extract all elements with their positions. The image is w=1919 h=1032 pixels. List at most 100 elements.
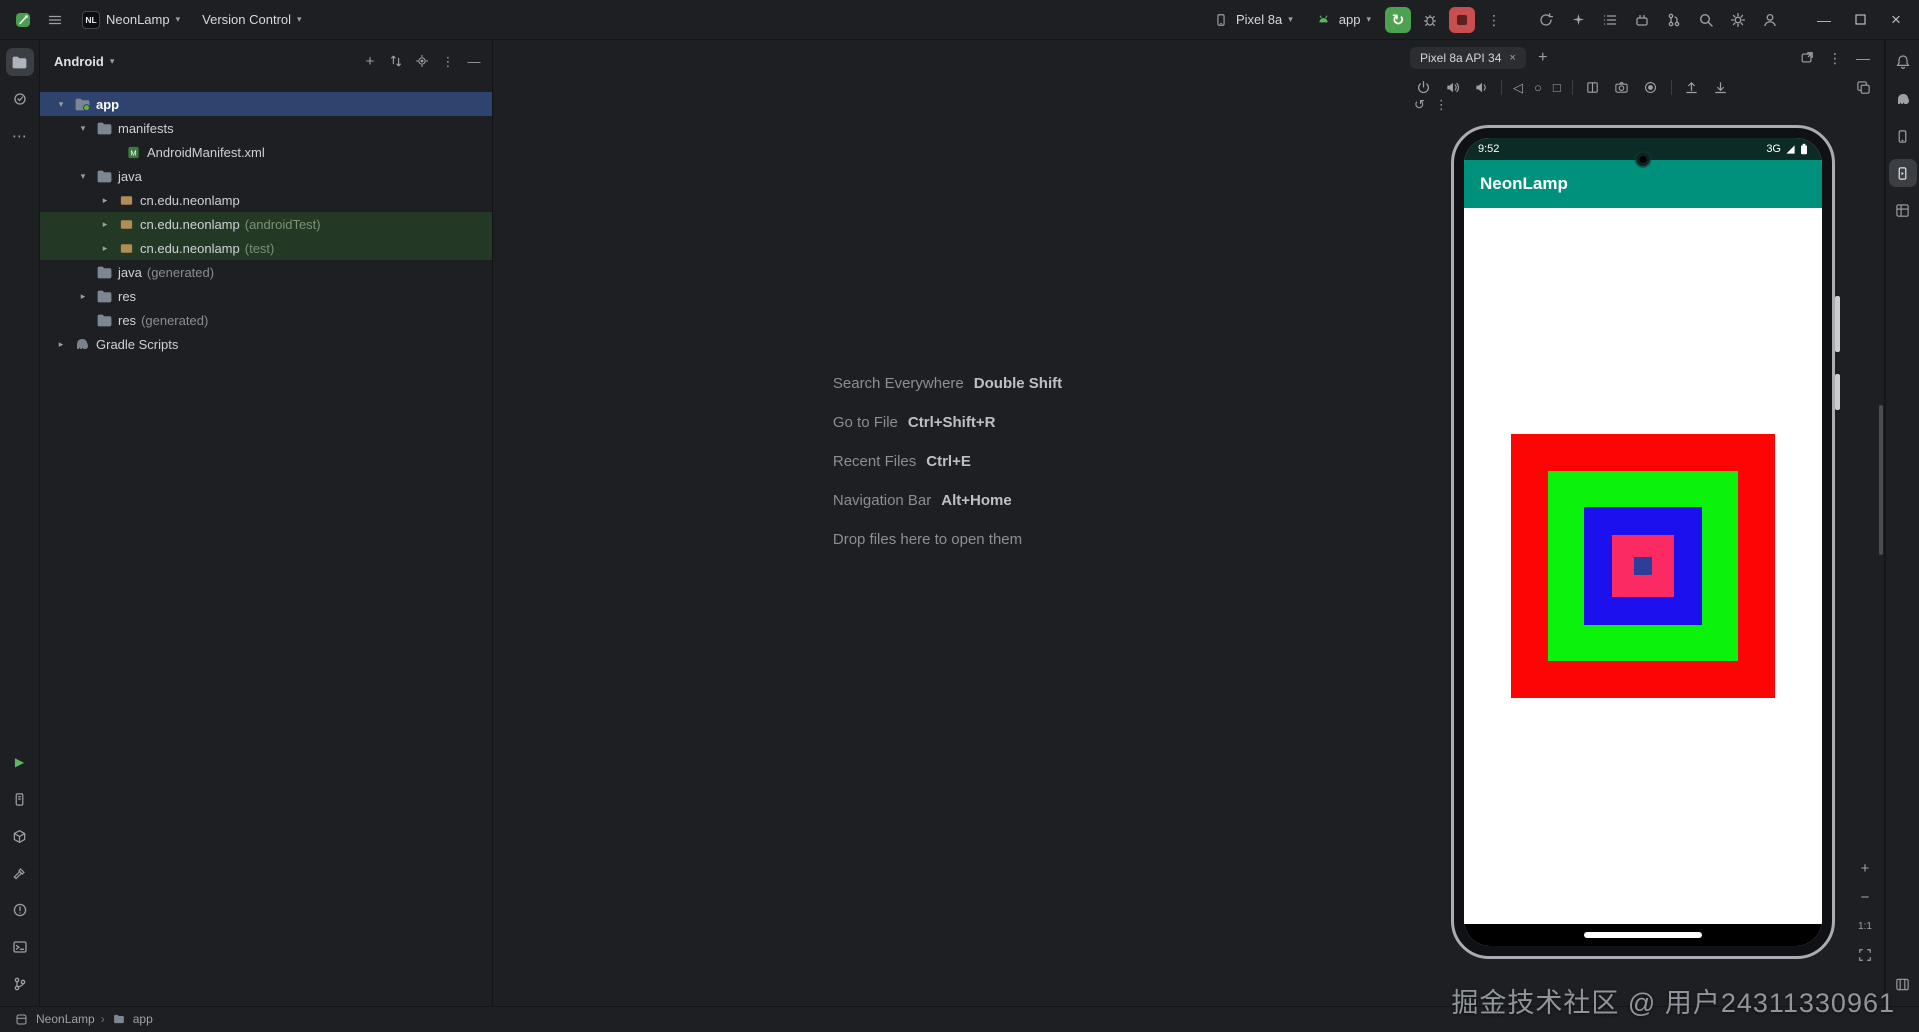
screenshot-icon[interactable]: [1613, 78, 1631, 96]
running-devices-tool-button[interactable]: [1888, 159, 1917, 187]
chevron-down-icon[interactable]: ▾: [54, 99, 68, 110]
module-folder-icon: [73, 96, 91, 113]
zoom-reset-button[interactable]: 1:1: [1854, 915, 1876, 937]
device-screen[interactable]: 9:52 3G NeonLamp: [1464, 138, 1822, 946]
tree-item-package-test[interactable]: ▸ cn.edu.neonlamp (test): [40, 236, 492, 260]
device-tab[interactable]: Pixel 8a API 34 ×: [1410, 47, 1526, 69]
search-icon[interactable]: [1693, 7, 1719, 33]
locate-file-icon[interactable]: [410, 49, 434, 73]
todo-list-icon[interactable]: [1597, 7, 1623, 33]
fold-device-icon[interactable]: [1584, 78, 1602, 96]
tree-item-android-manifest[interactable]: M AndroidManifest.xml: [40, 140, 492, 164]
more-actions-icon[interactable]: ⋮: [1481, 7, 1507, 33]
tree-item-java-generated[interactable]: java (generated): [40, 260, 492, 284]
terminal-tool-button[interactable]: [6, 933, 34, 961]
expand-collapse-icon[interactable]: [384, 49, 408, 73]
close-button[interactable]: ×: [1881, 7, 1911, 33]
breadcrumb-chevron: ›: [100, 1012, 105, 1026]
close-tab-icon[interactable]: ×: [1509, 52, 1515, 64]
home-icon[interactable]: ○: [1534, 81, 1542, 94]
volume-up-icon[interactable]: [1443, 78, 1461, 96]
more-tool-windows-icon[interactable]: ⋯: [6, 122, 34, 150]
chevron-right-icon[interactable]: ▸: [54, 339, 68, 350]
rerun-button[interactable]: ↻: [1385, 6, 1411, 33]
device-more-icon[interactable]: ⋮: [1435, 98, 1448, 111]
stop-button[interactable]: [1449, 6, 1475, 33]
back-icon[interactable]: ◁: [1513, 81, 1523, 94]
folder-icon: [95, 264, 113, 281]
app-content[interactable]: [1464, 208, 1822, 924]
chevron-down-icon: ▾: [1366, 14, 1371, 24]
project-selector[interactable]: NL NeonLamp ▾: [74, 7, 188, 33]
gradle-tool-button[interactable]: [1889, 85, 1917, 113]
breadcrumb-project[interactable]: NeonLamp: [36, 1012, 95, 1026]
version-control-selector[interactable]: Version Control ▾: [194, 8, 309, 31]
zoom-fit-button[interactable]: [1854, 944, 1876, 966]
panel-more-icon[interactable]: ⋮: [1822, 45, 1848, 71]
overview-icon[interactable]: □: [1553, 81, 1561, 94]
hide-panel-icon[interactable]: —: [1850, 45, 1876, 71]
version-control-tool-button[interactable]: [6, 970, 34, 998]
reset-view-icon[interactable]: ↺: [1414, 98, 1425, 111]
settings-icon[interactable]: [1725, 7, 1751, 33]
zoom-in-button[interactable]: +: [1854, 857, 1876, 879]
tree-item-manifests[interactable]: ▾ manifests: [40, 116, 492, 140]
main-menu-icon[interactable]: [42, 7, 68, 33]
tree-item-res-generated[interactable]: res (generated): [40, 308, 492, 332]
chevron-right-icon[interactable]: ▸: [76, 291, 90, 302]
zoom-out-button[interactable]: −: [1854, 886, 1876, 908]
logcat-tool-button[interactable]: [6, 785, 34, 813]
mirror-settings-icon[interactable]: [1854, 78, 1872, 96]
editor-area: Search Everywhere Double Shift Go to Fil…: [493, 40, 1402, 1006]
power-icon[interactable]: [1414, 78, 1432, 96]
tree-item-java[interactable]: ▾ java: [40, 164, 492, 188]
chevron-down-icon[interactable]: ▾: [76, 171, 90, 182]
upload-icon[interactable]: [1683, 78, 1701, 96]
folder-icon: [95, 288, 113, 305]
debug-icon[interactable]: [1417, 7, 1443, 33]
project-view-selector[interactable]: Android ▾: [54, 54, 114, 69]
sync-icon[interactable]: [1533, 7, 1559, 33]
commit-tool-button[interactable]: [6, 85, 34, 113]
scrollbar-thumb[interactable]: [1879, 405, 1883, 555]
hide-panel-icon[interactable]: —: [462, 49, 486, 73]
app-bar: NeonLamp: [1464, 160, 1822, 208]
device-manager-tool-button[interactable]: [1889, 122, 1917, 150]
app-inspection-tool-button[interactable]: [6, 822, 34, 850]
pull-requests-icon[interactable]: [1661, 7, 1687, 33]
chevron-right-icon[interactable]: ▸: [98, 195, 112, 206]
chevron-right-icon[interactable]: ▸: [98, 219, 112, 230]
tree-item-package-main[interactable]: ▸ cn.edu.neonlamp: [40, 188, 492, 212]
tree-item-app[interactable]: ▾ app: [40, 92, 492, 116]
account-icon[interactable]: [1757, 7, 1783, 33]
build-tool-button[interactable]: [6, 859, 34, 887]
ai-assistant-icon[interactable]: [1565, 7, 1591, 33]
chevron-down-icon: ▾: [297, 14, 302, 24]
open-in-window-icon[interactable]: [1794, 45, 1820, 71]
tree-item-res[interactable]: ▸ res: [40, 284, 492, 308]
project-tool-button[interactable]: [5, 48, 34, 76]
new-item-icon[interactable]: +: [358, 49, 382, 73]
breadcrumb-module[interactable]: app: [133, 1012, 153, 1026]
plugins-icon[interactable]: [1629, 7, 1655, 33]
screen-record-icon[interactable]: [1642, 78, 1660, 96]
device-selector[interactable]: Pixel 8a ▾: [1204, 7, 1301, 33]
volume-down-icon[interactable]: [1472, 78, 1490, 96]
gesture-nav-bar[interactable]: [1464, 924, 1822, 946]
add-device-tab-icon[interactable]: +: [1532, 47, 1554, 69]
chevron-right-icon[interactable]: ▸: [98, 243, 112, 254]
maximize-button[interactable]: [1845, 7, 1875, 33]
panel-more-icon[interactable]: ⋮: [436, 49, 460, 73]
problems-tool-button[interactable]: [6, 896, 34, 924]
download-icon[interactable]: [1712, 78, 1730, 96]
chevron-down-icon[interactable]: ▾: [76, 123, 90, 134]
layout-inspector-tool-button[interactable]: [1889, 196, 1917, 224]
stop-icon: [1457, 14, 1467, 25]
tree-item-gradle-scripts[interactable]: ▸ Gradle Scripts: [40, 332, 492, 356]
run-config-selector[interactable]: app ▾: [1307, 7, 1379, 33]
run-tool-button[interactable]: ▶: [6, 748, 34, 776]
camera-punch-hole: [1636, 153, 1650, 166]
tree-item-package-android-test[interactable]: ▸ cn.edu.neonlamp (androidTest): [40, 212, 492, 236]
minimize-button[interactable]: —: [1809, 7, 1839, 33]
notifications-bell-icon[interactable]: [1889, 48, 1917, 76]
